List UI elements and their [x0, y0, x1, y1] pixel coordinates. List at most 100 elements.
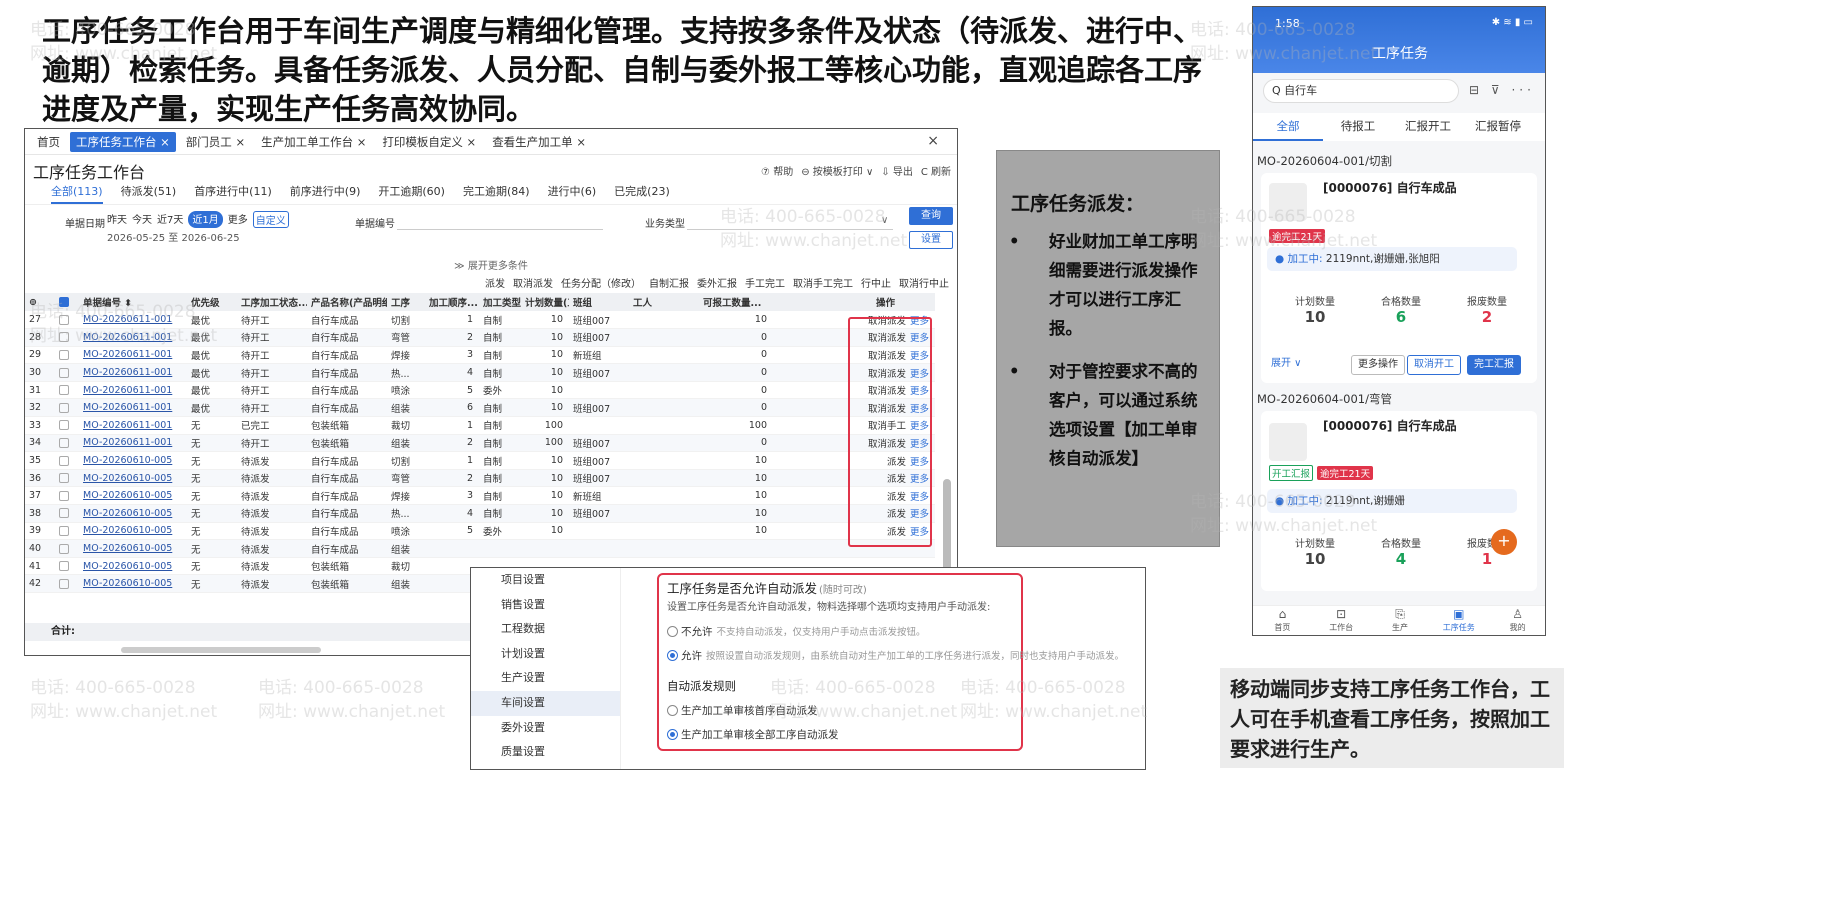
radio-icon[interactable] — [667, 705, 678, 716]
line-stop-button[interactable]: 行中止 — [861, 275, 891, 293]
mobile-tab-pending-report[interactable]: 待报工 — [1323, 113, 1393, 141]
row-checkbox[interactable] — [55, 574, 79, 593]
order-number-input[interactable] — [397, 229, 603, 230]
row-checkbox[interactable] — [55, 469, 79, 488]
table-row[interactable]: 38 MO-20260610-005 无待派发 自行车成品 热... 4 自制 10 班组007… — [25, 504, 935, 523]
nav-workbench[interactable]: ⊡ 工作台 — [1312, 606, 1371, 635]
date-option-1month[interactable]: 近1月 — [188, 211, 223, 228]
date-option-more[interactable]: 更多 — [228, 211, 248, 228]
cell-no[interactable]: MO-20260610-005 — [79, 469, 187, 488]
mobile-tab-report-start[interactable]: 汇报开工 — [1393, 113, 1463, 141]
date-option-yesterday[interactable]: 昨天 — [107, 211, 127, 228]
radio-disallow[interactable]: 不允许 不支持自动派发，仅支持用户手动点击派发按钮。 — [667, 624, 926, 639]
table-row[interactable]: 31 MO-20260611-001 最优 待开工 自行车成品 喷涂 5 委外 10 0 取消派发更… — [25, 381, 935, 400]
business-type-select[interactable] — [687, 229, 893, 230]
chevron-down-icon[interactable]: ∨ — [881, 215, 888, 226]
date-option-7days[interactable]: 近7天 — [157, 211, 183, 228]
tab-print-template[interactable]: 打印模板自定义 × — [376, 132, 482, 152]
table-row[interactable]: 40 MO-20260610-005 无待派发 自行车成品 组装 — [25, 539, 935, 558]
nav-project-settings[interactable]: 项目设置 — [471, 568, 620, 593]
tab-view-production-order[interactable]: 查看生产加工单 × — [486, 132, 592, 152]
row-checkbox[interactable] — [55, 539, 79, 558]
cell-no[interactable]: MO-20260610-005 — [79, 486, 187, 506]
query-button[interactable]: 查询 — [909, 207, 953, 225]
row-checkbox[interactable] — [55, 328, 79, 347]
table-row[interactable]: 37 MO-20260610-005 无待派发 自行车成品 焊接 3 自制 10 新班组 10 派发… — [25, 486, 935, 506]
nav-production-settings[interactable]: 生产设置 — [471, 666, 620, 691]
radio-rule-first[interactable]: 生产加工单审核首序自动派发 — [667, 703, 818, 718]
cell-no[interactable]: MO-20260611-001 — [79, 363, 187, 382]
row-checkbox[interactable] — [55, 346, 79, 365]
tab-home[interactable]: 首页 — [31, 132, 66, 152]
nav-plan-settings[interactable]: 计划设置 — [471, 642, 620, 667]
row-checkbox[interactable] — [55, 363, 79, 382]
help-button[interactable]: ⑦ 帮助 — [761, 163, 793, 178]
nav-sales-settings[interactable]: 销售设置 — [471, 593, 620, 618]
cell-no[interactable]: MO-20260611-001 — [79, 346, 187, 365]
nav-production[interactable]: ⎘ 生产 — [1371, 606, 1430, 635]
table-row[interactable]: 35 MO-20260610-005 无待派发 自行车成品 切割 1 自制 10 班组007 10… — [25, 451, 935, 470]
cancel-manual-complete-button[interactable]: 取消手工完工 — [793, 275, 853, 293]
column-header[interactable]: 单据编号 ⬍ — [79, 293, 187, 311]
radio-rule-all[interactable]: 生产加工单审核全部工序自动派发 — [667, 727, 839, 742]
cell-no[interactable]: MO-20260611-001 — [79, 398, 187, 418]
print-template-button[interactable]: ⊖ 按模板打印 ∨ — [801, 163, 873, 178]
select-all-checkbox[interactable] — [55, 293, 79, 311]
status-tab-first-in-progress[interactable]: 首序进行中(11) — [194, 183, 272, 204]
horizontal-scrollbar[interactable] — [121, 647, 321, 653]
tab-production-order-workbench[interactable]: 生产加工单工作台 × — [255, 132, 372, 152]
status-tab-in-progress[interactable]: 进行中(6) — [548, 183, 597, 204]
cell-no[interactable]: MO-20260611-001 — [79, 328, 187, 347]
cell-no[interactable]: MO-20260610-005 — [79, 451, 187, 470]
cell-no[interactable]: MO-20260610-005 — [79, 557, 187, 576]
radio-selected-icon[interactable] — [667, 650, 678, 661]
close-icon[interactable]: × — [927, 133, 939, 149]
row-checkbox[interactable] — [55, 311, 79, 330]
expand-button[interactable]: 展开 ∨ — [1265, 355, 1308, 375]
cell-no[interactable]: MO-20260611-001 — [79, 381, 187, 400]
row-checkbox[interactable] — [55, 504, 79, 523]
cell-no[interactable]: MO-20260611-001 — [79, 416, 187, 435]
cell-no[interactable]: MO-20260611-001 — [79, 434, 187, 453]
nav-outsource-settings[interactable]: 委外设置 — [471, 716, 620, 741]
nav-engineering-data[interactable]: 工程数据 — [471, 617, 620, 642]
radio-allow[interactable]: 允许 按照设置自动派发规则，由系统自动对生产加工单的工序任务进行派发，同时也支持用… — [667, 648, 1124, 663]
row-checkbox[interactable] — [55, 434, 79, 453]
radio-icon[interactable] — [667, 626, 678, 637]
settings-button[interactable]: 设置 — [909, 231, 953, 249]
tab-process-task-workbench[interactable]: 工序任务工作台 × — [70, 131, 176, 152]
row-checkbox[interactable] — [55, 522, 79, 541]
table-row[interactable]: 28 MO-20260611-001 最优 待开工 自行车成品 弯管 2 自制 10 班组007 0… — [25, 328, 935, 347]
status-tab-pending-dispatch[interactable]: 待派发(51) — [121, 183, 177, 204]
tab-department-staff[interactable]: 部门员工 × — [180, 132, 251, 152]
nav-mine[interactable]: ♙ 我的 — [1488, 606, 1545, 635]
finish-report-button[interactable]: 完工汇报 — [1467, 355, 1521, 375]
row-checkbox[interactable] — [55, 381, 79, 400]
row-checkbox[interactable] — [55, 486, 79, 506]
row-checkbox[interactable] — [55, 557, 79, 576]
table-row[interactable]: 30 MO-20260611-001 最优 待开工 自行车成品 热... 4 自制 10 班组00… — [25, 363, 935, 382]
mobile-tab-report-pause[interactable]: 汇报暂停 — [1463, 113, 1533, 141]
cancel-dispatch-button[interactable]: 取消派发 — [513, 275, 553, 293]
dispatch-button[interactable]: 派发 — [485, 275, 505, 293]
cancel-line-stop-button[interactable]: 取消行中止 — [899, 275, 949, 293]
status-tab-finish-overdue[interactable]: 完工逾期(84) — [463, 183, 530, 204]
mobile-tab-all[interactable]: 全部 — [1253, 113, 1323, 141]
status-tab-completed[interactable]: 已完成(23) — [614, 183, 670, 204]
cancel-start-button[interactable]: 取消开工 — [1407, 355, 1461, 375]
row-checkbox[interactable] — [55, 398, 79, 418]
table-row[interactable]: 36 MO-20260610-005 无待派发 自行车成品 弯管 2 自制 10 班组007 10… — [25, 469, 935, 488]
radio-selected-icon[interactable] — [667, 729, 678, 740]
nav-process-task[interactable]: ▣ 工序任务 — [1429, 606, 1488, 635]
expand-more-filters[interactable]: ≫ 展开更多条件 — [25, 257, 957, 275]
refresh-button[interactable]: C 刷新 — [921, 163, 951, 178]
outsource-report-button[interactable]: 委外汇报 — [697, 275, 737, 293]
row-checkbox[interactable] — [55, 416, 79, 435]
status-tab-start-overdue[interactable]: 开工逾期(60) — [378, 183, 445, 204]
nav-home[interactable]: ⌂ 首页 — [1253, 606, 1312, 635]
date-option-custom[interactable]: 自定义 — [252, 211, 289, 228]
cell-no[interactable]: MO-20260610-005 — [79, 504, 187, 523]
table-row[interactable]: 33 MO-20260611-001 无已完工 包装纸箱 裁切 1 自制 100 100 取消手工… — [25, 416, 935, 435]
scan-filter-more-icons[interactable]: ⊟ ⊽ ··· — [1469, 83, 1535, 97]
table-row[interactable]: 32 MO-20260611-001 最优 待开工 自行车成品 组装 6 自制 10 班组007 0… — [25, 398, 935, 418]
